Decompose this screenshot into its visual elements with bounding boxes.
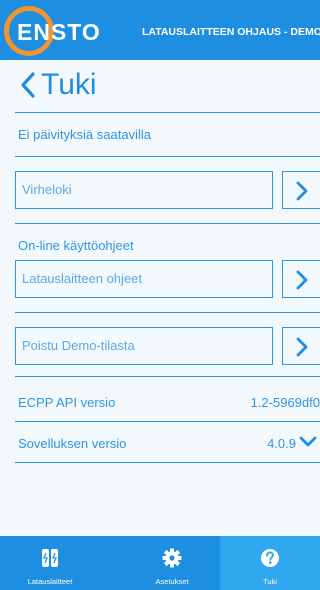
exit-demo-label: Poistu Demo-tilasta (22, 338, 135, 353)
tab-asetukset-label: Asetukset (155, 577, 189, 586)
error-log-button[interactable]: Virheloki (15, 171, 273, 209)
divider (15, 376, 320, 377)
app-screen: ENSTO LATAUSLAITTEEN OHJAUS - DEMO Tuki … (0, 0, 320, 590)
tab-tuki-label: Tuki (263, 577, 277, 586)
exit-demo-button[interactable]: Poistu Demo-tilasta (15, 327, 273, 365)
charger-guides-arrow-button[interactable] (282, 260, 320, 298)
ensto-logo: ENSTO (17, 19, 101, 45)
divider (15, 421, 320, 422)
error-log-arrow-button[interactable] (282, 171, 320, 209)
app-header: ENSTO LATAUSLAITTEEN OHJAUS - DEMO (0, 0, 320, 60)
chevron-right-icon (296, 270, 308, 290)
charger-guides-button[interactable]: Latauslaitteen ohjeet (15, 260, 273, 298)
tab-asetukset[interactable]: Asetukset (124, 536, 220, 590)
app-version-value: 4.0.9 (267, 436, 296, 451)
bottom-tab-bar: Latauslaitteet Asetukset Tuki (0, 536, 320, 590)
help-icon (261, 549, 279, 567)
header-title: LATAUSLAITTEEN OHJAUS - DEMO (142, 26, 320, 38)
app-version-label: Sovelluksen versio (18, 436, 127, 451)
chevron-down-icon[interactable] (299, 436, 317, 448)
api-version-value: 1.2-5969df0 (250, 395, 320, 410)
updates-status-text: Ei päivityksiä saatavilla (18, 127, 151, 142)
chevron-right-icon (296, 337, 308, 357)
divider (15, 462, 320, 463)
charger-guides-label: Latauslaitteen ohjeet (22, 271, 142, 286)
tab-latauslaitteet-label: Latauslaitteet (27, 577, 73, 586)
chevron-left-icon[interactable] (20, 71, 36, 99)
divider (15, 112, 320, 113)
divider (15, 312, 320, 313)
gear-icon (162, 548, 182, 568)
chevron-right-icon (296, 181, 308, 201)
online-guides-label: On-line käyttöohjeet (18, 238, 134, 253)
error-log-label: Virheloki (22, 182, 72, 197)
tab-latauslaitteet[interactable]: Latauslaitteet (0, 536, 100, 590)
page-title: Tuki (41, 68, 97, 101)
charger-icon (42, 549, 58, 567)
api-version-label: ECPP API versio (18, 395, 116, 410)
tab-tuki[interactable]: Tuki (220, 536, 320, 590)
exit-demo-arrow-button[interactable] (282, 327, 320, 365)
divider (15, 156, 320, 157)
divider (15, 223, 320, 224)
